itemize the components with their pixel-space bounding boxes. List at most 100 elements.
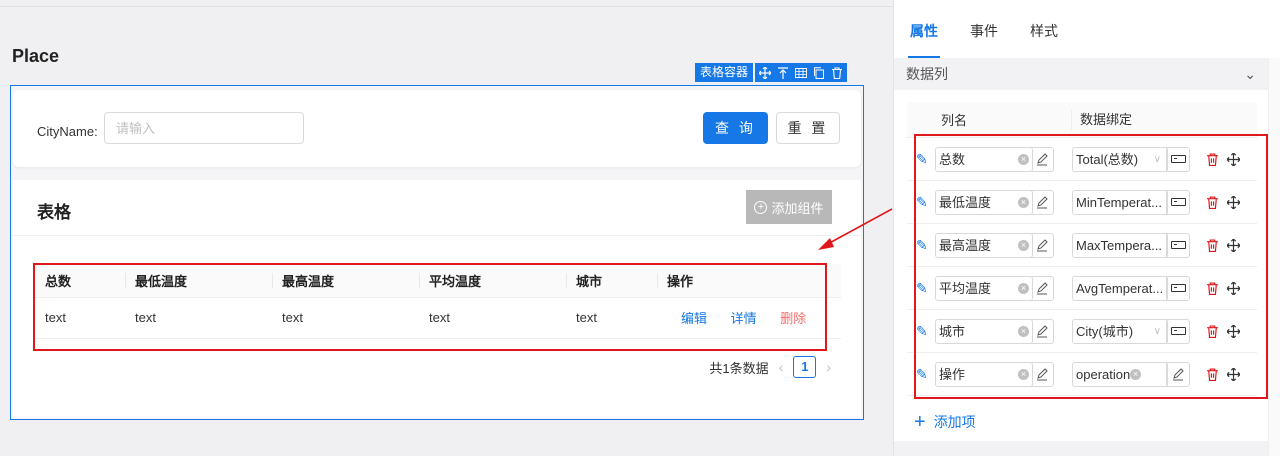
column-row: ✎ 最低温度 × MinTemperat... [907,181,1257,224]
delete-icon[interactable] [831,66,843,79]
clear-icon[interactable]: × [1018,325,1029,337]
panel-scrollbar[interactable] [1268,58,1280,456]
binding-select[interactable]: City(城市) ∨ [1072,318,1168,344]
copy-icon[interactable] [813,66,825,79]
edit-name-button[interactable] [1031,189,1054,215]
clear-icon[interactable]: × [1018,368,1029,380]
column-row: ✎ 总数 × Total(总数) ∨ [907,138,1257,181]
edit-icon [1173,368,1184,381]
edit-binding-button[interactable] [1166,361,1190,387]
binding-input[interactable]: operation × [1072,361,1168,387]
cityname-input[interactable] [104,112,304,144]
col-header: 总数 [35,264,125,298]
column-name-input[interactable]: 最高温度 × [935,232,1033,258]
binding-input-button[interactable] [1166,146,1190,172]
tab-styles[interactable]: 样式 [1014,0,1074,58]
binding-input-button[interactable] [1166,318,1190,344]
column-row: ✎ 最高温度 × MaxTempera... [907,224,1257,267]
clear-icon[interactable]: × [1018,239,1029,251]
trash-icon[interactable] [1206,324,1219,338]
section-data-columns[interactable]: 数据列 ⌄ [894,58,1268,90]
clear-icon[interactable]: × [1018,196,1029,208]
drag-handle-icon[interactable] [1227,195,1240,209]
drag-handle-icon[interactable] [1227,324,1240,338]
pencil-icon[interactable]: ✎ [916,237,930,254]
col-header: 操作 [657,264,841,298]
align-top-icon[interactable] [777,66,789,79]
detail-link[interactable]: 详情 [731,311,757,326]
top-divider [0,6,893,7]
title-divider [13,235,861,236]
binding-text: City(城市) [1076,323,1134,339]
column-name-input[interactable]: 最低温度 × [935,189,1033,215]
properties-panel: 属性 事件 样式 数据列 ⌄ 列名 数据绑定 ✎ 总数 × Total(总数) ∨ … [893,0,1280,456]
next-section-header[interactable] [894,441,1268,456]
add-item-button[interactable]: + 添加项 [914,412,976,432]
pencil-icon[interactable]: ✎ [916,366,930,383]
trash-icon[interactable] [1206,238,1219,252]
add-item-label: 添加项 [933,414,976,430]
clear-icon[interactable]: × [1018,153,1029,165]
column-name-input[interactable]: 城市 × [935,318,1033,344]
col-name-header: 列名 [941,113,968,128]
column-name-input[interactable]: 操作 × [935,361,1033,387]
binding-select[interactable]: Total(总数) ∨ [1072,146,1168,172]
edit-name-button[interactable] [1031,275,1054,301]
canvas-area: Place 表格容器 CityName: 查 询 重 置 表格 + 添加组件 [0,0,893,456]
col-header: 最高温度 [272,264,419,298]
drag-handle-icon[interactable] [1227,367,1240,381]
component-toolbar: 表格容器 [695,63,848,82]
binding-select[interactable]: MinTemperat... [1072,189,1168,215]
page-1[interactable]: 1 [793,356,817,378]
drag-handle-icon[interactable] [1227,238,1240,252]
column-name-input[interactable]: 总数 × [935,146,1033,172]
pencil-icon[interactable]: ✎ [916,280,930,297]
binding-input-button[interactable] [1166,232,1190,258]
edit-name-button[interactable] [1031,146,1054,172]
trash-icon[interactable] [1206,152,1219,166]
column-row: ✎ 平均温度 × AvgTemperat... [907,267,1257,310]
binding-input-button[interactable] [1166,275,1190,301]
tab-events[interactable]: 事件 [954,0,1014,58]
pencil-icon[interactable]: ✎ [916,194,930,211]
edit-name-button[interactable] [1031,361,1054,387]
binding-input-button[interactable] [1166,189,1190,215]
data-table: 总数 最低温度 最高温度 平均温度 城市 操作 text text text t… [35,264,841,339]
tab-properties[interactable]: 属性 [894,0,954,58]
tool-icons [755,63,848,82]
binding-select[interactable]: MaxTempera... [1072,232,1168,258]
table-container[interactable]: CityName: 查 询 重 置 表格 + 添加组件 总数 最低温度 最高温度… [10,85,864,420]
column-config-header: 列名 数据绑定 [907,102,1257,138]
chevron-down-icon: ∨ [1153,325,1161,337]
col-header: 最低温度 [125,264,272,298]
page-title: Place [12,46,60,66]
input-box-icon [1170,198,1186,206]
drag-handle-icon[interactable] [1227,152,1240,166]
trash-icon[interactable] [1206,195,1219,209]
trash-icon[interactable] [1206,367,1219,381]
clear-icon[interactable]: × [1018,282,1029,294]
prev-page-icon[interactable]: ‹ [779,359,784,375]
trash-icon[interactable] [1206,281,1219,295]
column-config-table: 列名 数据绑定 ✎ 总数 × Total(总数) ∨ ✎ 最低温度 × MinTemp… [907,102,1257,396]
edit-name-button[interactable] [1031,318,1054,344]
component-tag[interactable]: 表格容器 [695,63,754,82]
cityname-label: CityName: [37,124,98,139]
reset-button[interactable]: 重 置 [776,112,840,144]
add-component-button[interactable]: + 添加组件 [746,190,832,224]
query-button[interactable]: 查 询 [703,112,768,144]
edit-link[interactable]: 编辑 [681,311,707,326]
pencil-icon[interactable]: ✎ [916,151,930,168]
binding-text: MaxTempera... [1076,237,1162,253]
drag-handle-icon[interactable] [1227,281,1240,295]
column-name-text: 平均温度 [939,280,992,296]
move-icon[interactable] [759,66,772,79]
pencil-icon[interactable]: ✎ [916,323,930,340]
delete-link[interactable]: 删除 [780,311,806,326]
next-page-icon[interactable]: › [826,359,831,375]
clear-icon[interactable]: × [1130,368,1141,380]
binding-select[interactable]: AvgTemperat... [1072,275,1168,301]
edit-name-button[interactable] [1031,232,1054,258]
column-name-input[interactable]: 平均温度 × [935,275,1033,301]
table-icon[interactable] [795,67,808,79]
